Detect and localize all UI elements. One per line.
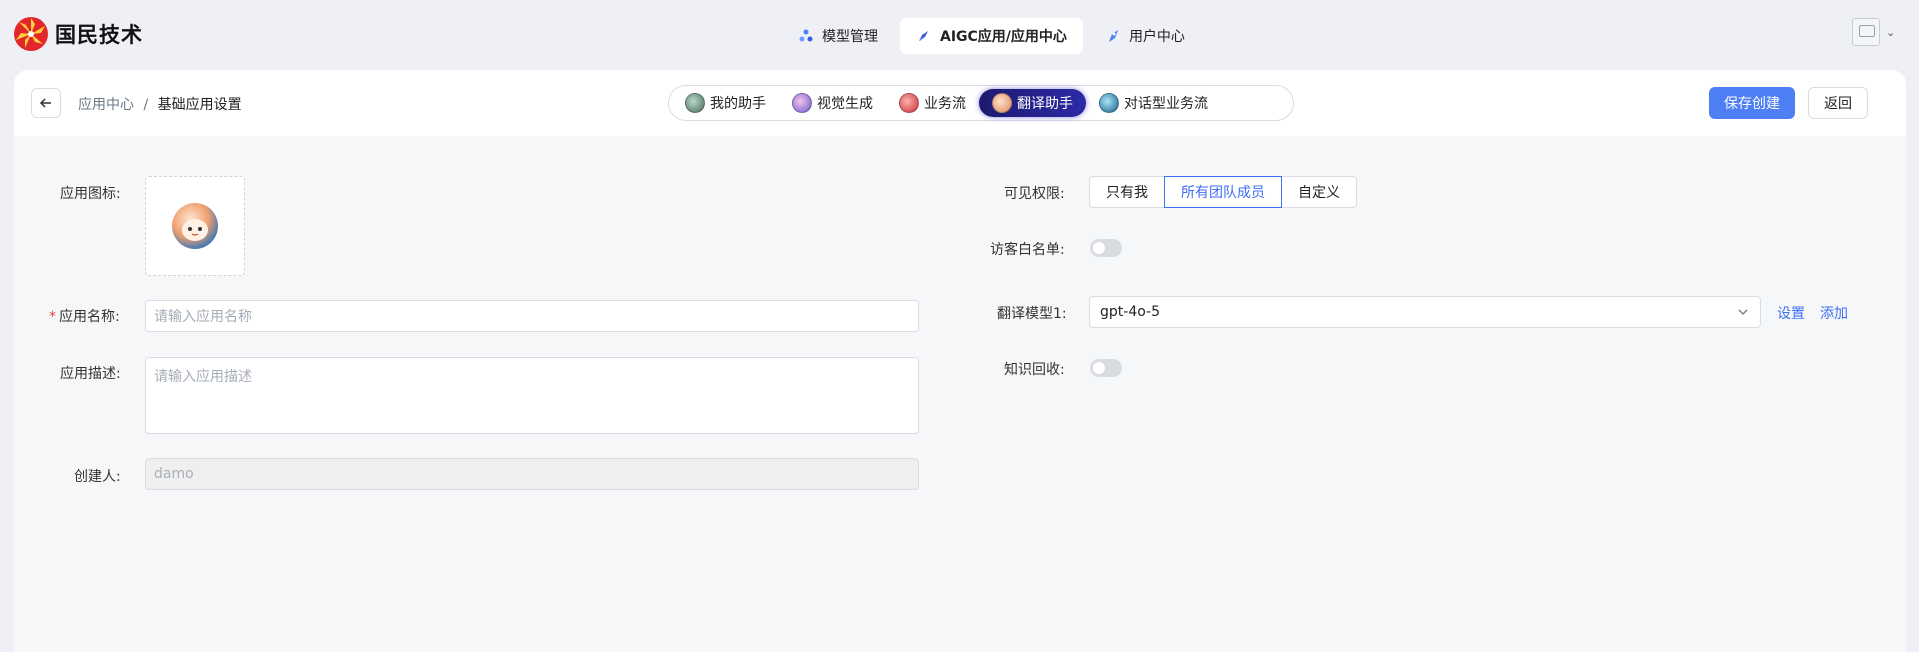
- nav-item-model-management[interactable]: 模型管理: [782, 18, 894, 54]
- arrow-left-icon: [39, 98, 51, 108]
- chevron-down-icon[interactable]: ⌄: [1886, 26, 1895, 39]
- nav-item-user-center[interactable]: 用户中心: [1089, 18, 1201, 54]
- top-header: 国民技术 模型管理 AIGC应用/应用中心 用户中心 ⌄: [0, 0, 1919, 70]
- tab-label: 对话型业务流: [1124, 96, 1208, 112]
- chevron-down-icon: [1738, 309, 1748, 315]
- visibility-option-all-team[interactable]: 所有团队成员: [1164, 176, 1282, 208]
- visibility-option-custom[interactable]: 自定义: [1281, 176, 1357, 208]
- translate-model-label: 翻译模型1:: [997, 306, 1067, 322]
- breadcrumb-parent[interactable]: 应用中心: [78, 97, 134, 113]
- brand-logo[interactable]: 国民技术: [13, 16, 143, 52]
- app-name-input[interactable]: 请输入应用名称: [145, 300, 919, 332]
- assistant-avatar-icon: [685, 93, 705, 113]
- guest-whitelist-toggle[interactable]: [1090, 239, 1122, 257]
- user-center-icon: [1108, 30, 1118, 42]
- model-add-link[interactable]: 添加: [1820, 303, 1848, 323]
- visibility-option-only-me[interactable]: 只有我: [1089, 176, 1165, 208]
- save-create-button[interactable]: 保存创建: [1709, 87, 1795, 119]
- vision-avatar-icon: [792, 93, 812, 113]
- breadcrumb: 应用中心 / 基础应用设置: [78, 94, 242, 114]
- translate-model-value: gpt-4o-5: [1100, 304, 1161, 320]
- app-icon-label: 应用图标:: [60, 186, 121, 202]
- nav-item-label: AIGC应用/应用中心: [940, 29, 1067, 45]
- avatar[interactable]: [1852, 18, 1880, 46]
- return-button[interactable]: 返回: [1808, 87, 1868, 119]
- translator-avatar-icon: [992, 93, 1012, 113]
- brand-name: 国民技术: [55, 23, 143, 47]
- workflow-avatar-icon: [899, 93, 919, 113]
- tab-label: 翻译助手: [1017, 96, 1073, 112]
- nav-item-aigc-app-center[interactable]: AIGC应用/应用中心: [900, 18, 1083, 54]
- required-mark: *: [49, 309, 56, 325]
- breadcrumb-separator: /: [143, 97, 149, 113]
- breadcrumb-current: 基础应用设置: [157, 97, 242, 113]
- knowledge-recall-label: 知识回收:: [1004, 362, 1065, 378]
- tab-vision-generation[interactable]: 视觉生成: [779, 89, 886, 117]
- app-icon-upload[interactable]: [145, 176, 245, 276]
- tab-workflow[interactable]: 业务流: [886, 89, 979, 117]
- user-menu[interactable]: ⌄: [1852, 18, 1895, 46]
- model-cluster-icon: [799, 29, 813, 42]
- rocket-icon: [919, 31, 928, 41]
- tab-translation-assistant[interactable]: 翻译助手: [979, 89, 1086, 117]
- nav-item-label: 用户中心: [1128, 29, 1185, 45]
- visibility-radio-group: 只有我 所有团队成员 自定义: [1089, 176, 1357, 208]
- tab-label: 业务流: [924, 96, 966, 112]
- creator-label: 创建人:: [74, 469, 121, 485]
- translate-model-select[interactable]: gpt-4o-5: [1089, 296, 1761, 328]
- app-type-tabs: 我的助手 视觉生成 业务流 翻译助手 对话型业务流: [668, 85, 1294, 121]
- tab-my-assistant[interactable]: 我的助手: [672, 89, 779, 117]
- tab-chat-workflow[interactable]: 对话型业务流: [1086, 89, 1221, 117]
- guest-whitelist-label: 访客白名单:: [990, 242, 1065, 258]
- back-button[interactable]: [31, 88, 61, 118]
- visibility-label: 可见权限:: [1004, 186, 1065, 202]
- tab-label: 视觉生成: [817, 96, 873, 112]
- app-description-label: 应用描述:: [60, 366, 121, 382]
- top-nav: 模型管理 AIGC应用/应用中心 用户中心: [782, 18, 1207, 54]
- model-settings-link[interactable]: 设置: [1777, 303, 1805, 323]
- brand-logo-icon: [14, 17, 48, 51]
- tab-label: 我的助手: [710, 96, 766, 112]
- card-header: 应用中心 / 基础应用设置 我的助手 视觉生成 业务流 翻译助手 对话型业务流 …: [14, 70, 1906, 136]
- chat-workflow-avatar-icon: [1099, 93, 1119, 113]
- nav-item-label: 模型管理: [822, 29, 878, 45]
- knowledge-recall-toggle[interactable]: [1090, 359, 1122, 377]
- app-description-textarea[interactable]: 请输入应用描述: [145, 357, 919, 434]
- app-name-label-text: 应用名称:: [59, 309, 120, 325]
- app-avatar-icon: [172, 203, 218, 249]
- creator-field: damo: [145, 458, 919, 490]
- app-name-label: * 应用名称:: [49, 306, 120, 326]
